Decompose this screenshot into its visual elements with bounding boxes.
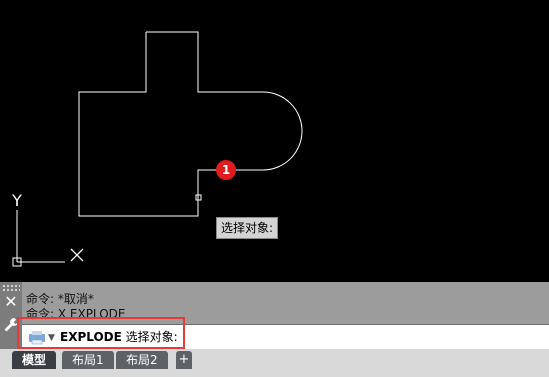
command-input[interactable]: ▼ EXPLODE 选择对象:	[22, 324, 549, 350]
tab-layout1[interactable]: 布局1	[62, 351, 114, 369]
history-line: 命令: X EXPLODE	[26, 307, 126, 321]
profile-shape-lower	[78, 32, 263, 217]
command-prompt: 选择对象:	[125, 330, 178, 344]
arc-segment	[262, 91, 303, 171]
dynamic-input-tooltip: 选择对象:	[216, 217, 279, 239]
wrench-icon[interactable]	[3, 317, 19, 333]
close-icon[interactable]: ✕	[3, 294, 19, 310]
drawing-geometry: Y	[11, 31, 303, 267]
tab-model[interactable]: 模型	[12, 351, 57, 369]
command-name: EXPLODE	[60, 330, 122, 344]
command-prompt-icon[interactable]	[28, 330, 48, 345]
drawing-canvas[interactable]: Y 1 选择对象:	[0, 0, 549, 282]
tab-layout2[interactable]: 布局2	[116, 351, 168, 369]
panel-side-strip: ✕	[0, 282, 22, 349]
command-line-panel: ✕ 命令: *取消* 命令: X EXPLODE ▼ EXPLODE 选择对象:	[0, 282, 549, 350]
ucs-y-label: Y	[11, 191, 22, 210]
command-history: 命令: *取消* 命令: X EXPLODE	[26, 292, 125, 322]
ucs-x-label	[70, 248, 84, 262]
chevron-down-icon[interactable]: ▼	[48, 333, 55, 343]
profile-shape	[146, 31, 263, 93]
layout-tabs: 模型 布局1 布局2 +	[0, 349, 549, 377]
command-input-text: EXPLODE 选择对象:	[60, 329, 178, 346]
add-layout-button[interactable]: +	[176, 351, 192, 369]
drag-grip-icon[interactable]	[2, 284, 20, 292]
callout-marker: 1	[216, 160, 236, 180]
history-line: 命令: *取消*	[26, 292, 94, 306]
